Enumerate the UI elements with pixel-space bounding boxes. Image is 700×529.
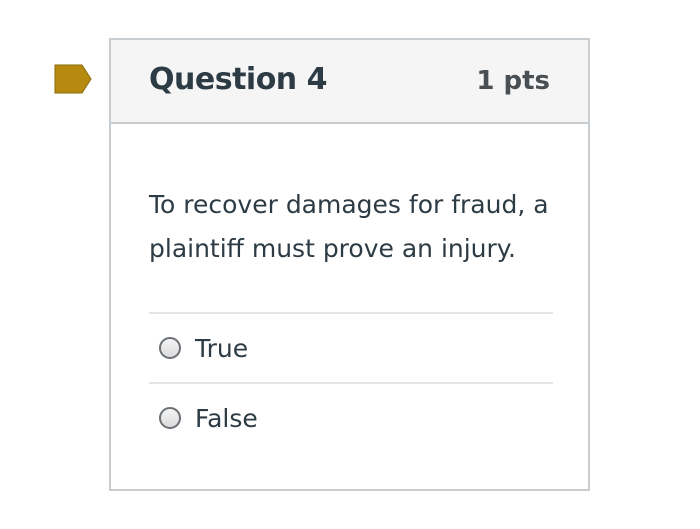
question-card: Question 4 1 pts To recover damages for … (109, 38, 590, 491)
question-text: To recover damages for fraud, a plaintif… (149, 190, 549, 263)
answer-option-true[interactable]: True (149, 312, 553, 382)
question-points: 1 pts (476, 66, 550, 96)
radio-button-icon[interactable] (159, 407, 181, 429)
answer-list: True False (149, 312, 553, 452)
flag-question-icon[interactable] (54, 64, 92, 94)
answer-label-true: True (195, 333, 249, 363)
quiz-page: Question 4 1 pts To recover damages for … (0, 0, 700, 529)
answer-option-false[interactable]: False (149, 382, 553, 452)
question-header: Question 4 1 pts (111, 40, 588, 124)
radio-button-icon[interactable] (159, 337, 181, 359)
answer-label-false: False (195, 403, 258, 433)
question-title: Question 4 (149, 62, 327, 97)
